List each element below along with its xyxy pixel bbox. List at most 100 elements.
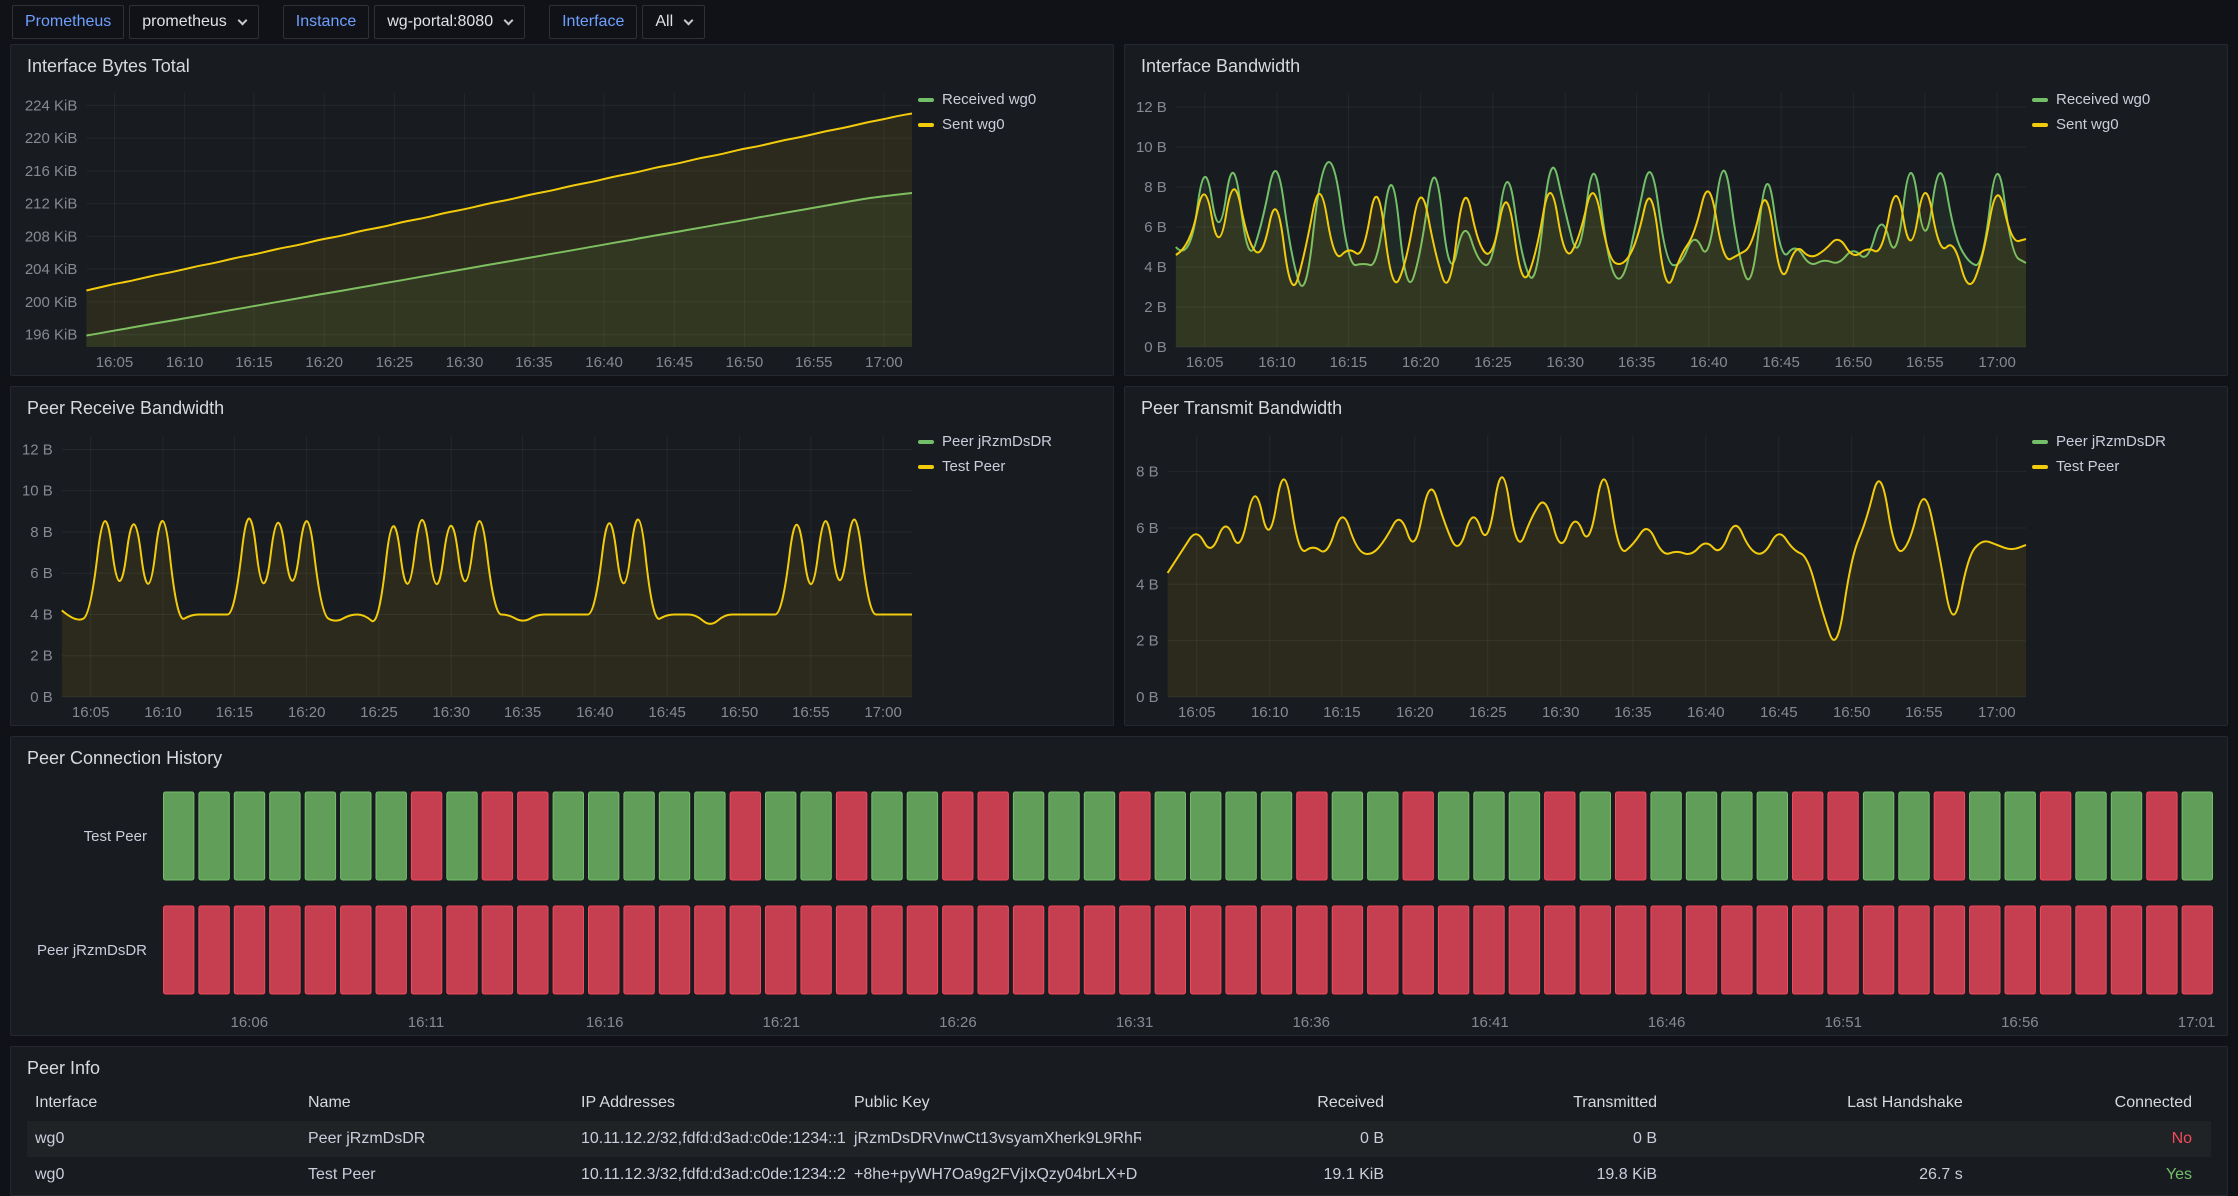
legend-item[interactable]: Sent wg0 xyxy=(2032,116,2215,133)
state-bar[interactable] xyxy=(978,792,1008,880)
state-bar[interactable] xyxy=(270,792,300,880)
state-bar[interactable] xyxy=(305,906,335,994)
state-bar[interactable] xyxy=(1297,792,1327,880)
state-bar[interactable] xyxy=(1261,792,1291,880)
state-bar[interactable] xyxy=(1580,906,1610,994)
column-header-ip-addresses[interactable]: IP Addresses xyxy=(573,1094,846,1112)
state-bar[interactable] xyxy=(1403,792,1433,880)
state-bar[interactable] xyxy=(907,792,937,880)
state-bar[interactable] xyxy=(1438,906,1468,994)
state-bar[interactable] xyxy=(836,906,866,994)
state-bar[interactable] xyxy=(518,792,548,880)
state-bar[interactable] xyxy=(730,906,760,994)
state-bar[interactable] xyxy=(1722,792,1752,880)
state-bar[interactable] xyxy=(872,906,902,994)
state-bar[interactable] xyxy=(1155,906,1185,994)
state-bar[interactable] xyxy=(1686,906,1716,994)
state-bar[interactable] xyxy=(978,906,1008,994)
legend-item[interactable]: Test Peer xyxy=(918,458,1101,475)
state-bar[interactable] xyxy=(2076,906,2106,994)
state-bar[interactable] xyxy=(1261,906,1291,994)
state-bar[interactable] xyxy=(1828,906,1858,994)
state-bar[interactable] xyxy=(872,792,902,880)
state-bar[interactable] xyxy=(1545,792,1575,880)
state-bar[interactable] xyxy=(411,792,441,880)
state-bar[interactable] xyxy=(1120,792,1150,880)
state-bar[interactable] xyxy=(482,906,512,994)
state-bar[interactable] xyxy=(1191,792,1221,880)
column-header-public-key[interactable]: Public Key xyxy=(846,1094,1141,1112)
state-bar[interactable] xyxy=(2182,906,2212,994)
state-bar[interactable] xyxy=(447,792,477,880)
state-bar[interactable] xyxy=(376,792,406,880)
state-bar[interactable] xyxy=(766,792,796,880)
state-bar[interactable] xyxy=(2111,906,2141,994)
state-bar[interactable] xyxy=(907,906,937,994)
state-bar[interactable] xyxy=(2040,906,2070,994)
state-bar[interactable] xyxy=(1155,792,1185,880)
chart-canvas[interactable]: 196 KiB200 KiB204 KiB208 KiB212 KiB216 K… xyxy=(11,83,918,375)
state-bar[interactable] xyxy=(1970,906,2000,994)
state-bar[interactable] xyxy=(270,906,300,994)
column-header-connected[interactable]: Connected xyxy=(1971,1094,2200,1112)
state-bar[interactable] xyxy=(1368,906,1398,994)
state-bar[interactable] xyxy=(1722,906,1752,994)
state-bar[interactable] xyxy=(1120,906,1150,994)
state-bar[interactable] xyxy=(1757,792,1787,880)
state-bar[interactable] xyxy=(2147,792,2177,880)
state-bar[interactable] xyxy=(341,906,371,994)
panel-title-peer-receive-bandwidth[interactable]: Peer Receive Bandwidth xyxy=(11,387,1113,425)
state-bar[interactable] xyxy=(199,906,229,994)
state-bar[interactable] xyxy=(553,792,583,880)
state-bar[interactable] xyxy=(1509,792,1539,880)
panel-title-peer-transmit-bandwidth[interactable]: Peer Transmit Bandwidth xyxy=(1125,387,2227,425)
state-bar[interactable] xyxy=(1651,906,1681,994)
state-bar[interactable] xyxy=(2111,792,2141,880)
state-bar[interactable] xyxy=(1049,906,1079,994)
state-bar[interactable] xyxy=(1332,792,1362,880)
state-bar[interactable] xyxy=(234,906,264,994)
panel-title-peer-connection-history[interactable]: Peer Connection History xyxy=(11,737,2227,775)
state-timeline-chart[interactable]: Test PeerPeer jRzmDsDR16:0616:1116:1616:… xyxy=(11,775,2227,1035)
state-bar[interactable] xyxy=(2076,792,2106,880)
state-bar[interactable] xyxy=(2040,792,2070,880)
column-header-interface[interactable]: Interface xyxy=(27,1094,300,1112)
state-bar[interactable] xyxy=(624,792,654,880)
state-bar[interactable] xyxy=(2005,906,2035,994)
state-bar[interactable] xyxy=(1226,906,1256,994)
state-bar[interactable] xyxy=(482,792,512,880)
state-bar[interactable] xyxy=(2182,792,2212,880)
state-bar[interactable] xyxy=(730,792,760,880)
timeseries-chart-peer-receive-bandwidth[interactable]: 0 B2 B4 B6 B8 B10 B12 B16:0516:1016:1516… xyxy=(11,425,918,725)
state-bar[interactable] xyxy=(1616,906,1646,994)
state-bar[interactable] xyxy=(164,792,194,880)
state-bar[interactable] xyxy=(589,906,619,994)
chart-canvas[interactable]: 0 B2 B4 B6 B8 B10 B12 B16:0516:1016:1516… xyxy=(1125,83,2032,375)
timeline-canvas[interactable]: Test PeerPeer jRzmDsDR16:0616:1116:1616:… xyxy=(11,775,2227,1035)
state-bar[interactable] xyxy=(1084,792,1114,880)
state-bar[interactable] xyxy=(1934,906,1964,994)
state-bar[interactable] xyxy=(589,792,619,880)
state-bar[interactable] xyxy=(234,792,264,880)
state-bar[interactable] xyxy=(1509,906,1539,994)
column-header-name[interactable]: Name xyxy=(300,1094,573,1112)
state-bar[interactable] xyxy=(305,792,335,880)
state-bar[interactable] xyxy=(164,906,194,994)
state-bar[interactable] xyxy=(1438,792,1468,880)
state-bar[interactable] xyxy=(1863,792,1893,880)
var-select-prometheus[interactable]: prometheus xyxy=(129,5,259,39)
state-bar[interactable] xyxy=(1899,792,1929,880)
state-bar[interactable] xyxy=(1863,906,1893,994)
state-bar[interactable] xyxy=(1757,906,1787,994)
legend-item[interactable]: Peer jRzmDsDR xyxy=(918,433,1101,450)
state-bar[interactable] xyxy=(1013,906,1043,994)
state-bar[interactable] xyxy=(1580,792,1610,880)
state-bar[interactable] xyxy=(1828,792,1858,880)
chart-canvas[interactable]: 0 B2 B4 B6 B8 B16:0516:1016:1516:2016:25… xyxy=(1125,425,2032,725)
column-header-last-handshake[interactable]: Last Handshake xyxy=(1665,1094,1971,1112)
panel-title-peer-info[interactable]: Peer Info xyxy=(11,1047,2227,1085)
legend-item[interactable]: Sent wg0 xyxy=(918,116,1101,133)
state-bar[interactable] xyxy=(447,906,477,994)
timeseries-chart-peer-transmit-bandwidth[interactable]: 0 B2 B4 B6 B8 B16:0516:1016:1516:2016:25… xyxy=(1125,425,2032,725)
state-bar[interactable] xyxy=(659,906,689,994)
